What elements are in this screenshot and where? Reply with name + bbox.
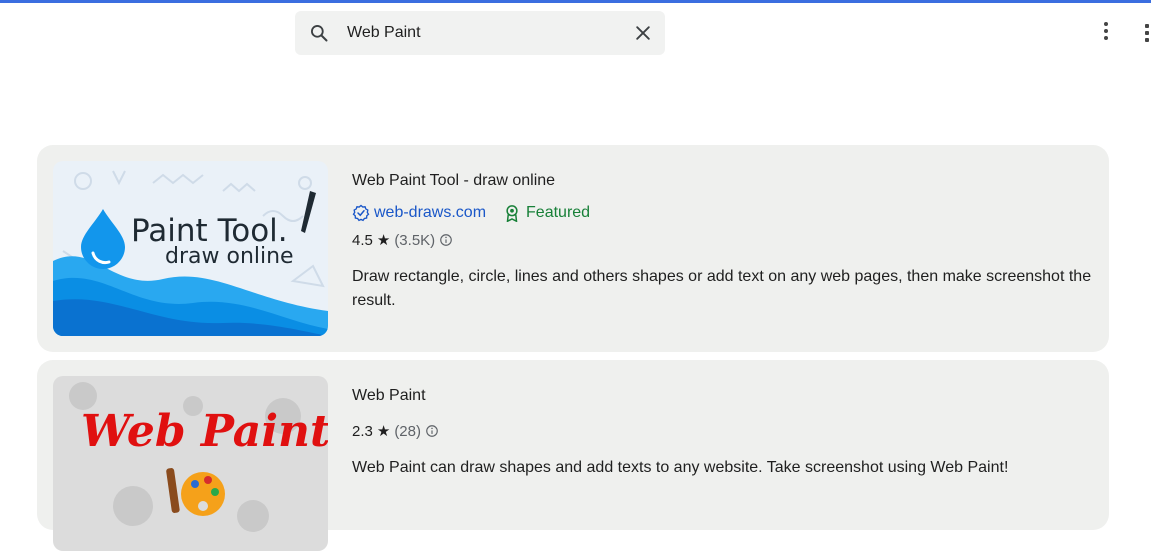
info-icon[interactable] <box>425 424 439 438</box>
result-card-web-paint-tool[interactable]: Paint Tool. draw online Web Paint Tool -… <box>37 145 1109 352</box>
verified-icon <box>352 204 370 222</box>
result-description: Draw rectangle, circle, lines and others… <box>352 268 1092 309</box>
result-title[interactable]: Web Paint Tool - draw online <box>352 172 555 190</box>
extension-thumbnail: Web Paint <box>53 376 328 551</box>
star-icon: ★ <box>376 423 391 440</box>
result-description: Web Paint can draw shapes and add texts … <box>352 459 1009 476</box>
rating-value: 2.3 <box>352 422 373 440</box>
search-box[interactable] <box>295 11 665 55</box>
close-icon[interactable] <box>633 23 653 43</box>
info-icon[interactable] <box>439 233 453 247</box>
search-input[interactable] <box>347 22 617 44</box>
result-meta-row: web-draws.com Featured <box>352 204 590 222</box>
award-icon <box>506 205 518 222</box>
rating-row: 4.5 ★ (3.5K) <box>352 231 453 249</box>
star-icon: ★ <box>376 232 391 249</box>
result-card-web-paint[interactable]: Web Paint Web Paint 2.3 ★ (28) Web Paint… <box>37 360 1109 551</box>
publisher-name[interactable]: web-draws.com <box>374 204 486 222</box>
apps-grid-icon[interactable] <box>1141 24 1151 44</box>
thumb-title-text: Web Paint <box>81 406 328 457</box>
rating-value: 4.5 <box>352 231 373 249</box>
result-title[interactable]: Web Paint <box>352 387 426 405</box>
rating-count: (28) <box>394 422 421 440</box>
more-options-icon[interactable] <box>1096 22 1116 46</box>
thumb-subtitle-text: draw online <box>165 244 294 269</box>
search-icon <box>311 25 328 42</box>
top-accent-line <box>0 0 1151 3</box>
rating-count: (3.5K) <box>394 231 436 249</box>
rating-row: 2.3 ★ (28) <box>352 422 439 440</box>
publisher-link[interactable]: web-draws.com <box>352 204 486 222</box>
extension-thumbnail: Paint Tool. draw online <box>53 161 328 336</box>
featured-label: Featured <box>526 204 591 221</box>
featured-badge: Featured <box>504 204 590 222</box>
